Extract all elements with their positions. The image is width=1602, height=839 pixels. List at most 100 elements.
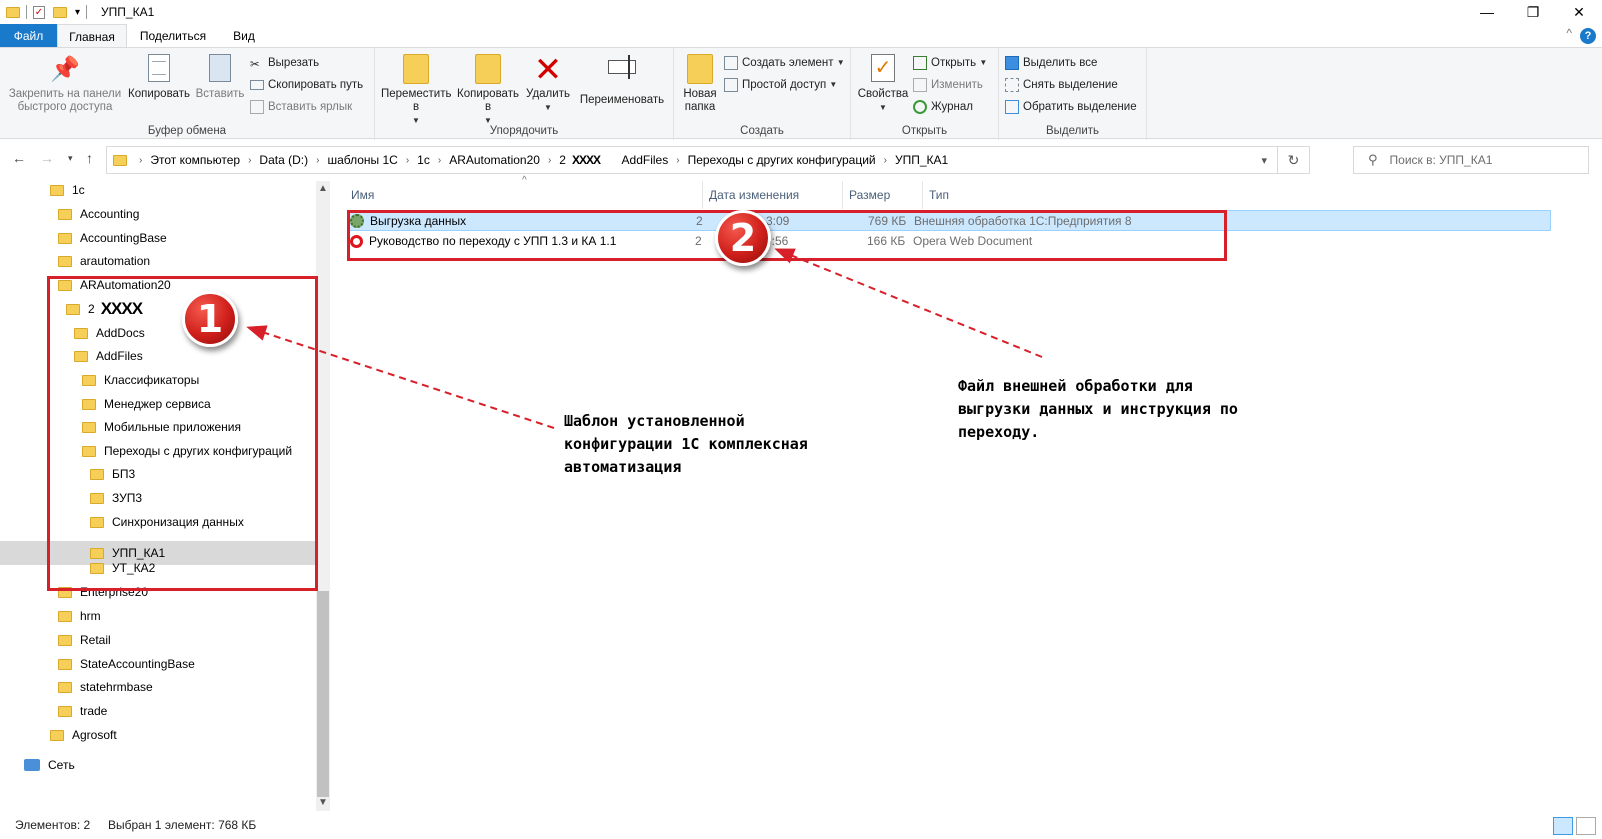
up-icon[interactable]: ↑: [86, 150, 93, 166]
tree-item[interactable]: hrm: [58, 604, 101, 628]
edit-icon: [913, 78, 927, 92]
annotation-text-2: Файл внешней обработки для выгрузки данн…: [958, 377, 1238, 441]
customize-toolbar-icon[interactable]: ▾: [75, 7, 80, 18]
network-icon: [24, 759, 40, 771]
paste-shortcut-icon: [250, 100, 264, 114]
tab-file[interactable]: Файл: [0, 24, 57, 48]
move-to-button[interactable]: Переместить в ▼: [381, 52, 451, 127]
status-bar: Элементов: 2 Выбран 1 элемент: 768 КБ: [0, 811, 1602, 839]
column-header-size[interactable]: Размер: [843, 181, 923, 209]
scroll-down-icon[interactable]: ▼: [318, 797, 328, 808]
pin-quick-access-button[interactable]: 📌 Закрепить на панели быстрого доступа: [6, 52, 124, 114]
select-all-button[interactable]: Выделить все: [1005, 54, 1097, 72]
folder-icon: [50, 184, 64, 196]
annotation-badge-2: 2: [715, 210, 771, 266]
collapse-ribbon-icon[interactable]: ^: [1566, 26, 1572, 40]
column-header-name[interactable]: Имя: [345, 181, 703, 209]
help-icon[interactable]: ?: [1580, 28, 1596, 44]
tree-item[interactable]: statehrmbase: [58, 675, 153, 699]
file-list[interactable]: ^ Имя Дата изменения Размер Тип Выгрузка…: [331, 175, 1602, 811]
back-icon[interactable]: ←: [12, 150, 26, 166]
new-folder-button[interactable]: Новая папка: [680, 52, 720, 114]
tree-item[interactable]: Retail: [58, 628, 111, 652]
tree-item[interactable]: AccountingBase: [58, 226, 167, 250]
invert-selection-button[interactable]: Обратить выделение: [1005, 98, 1137, 116]
breadcrumb-data-drive[interactable]: Data (D:): [255, 153, 312, 167]
address-bar[interactable]: › Этот компьютер › Data (D:) › шаблоны 1…: [106, 146, 1310, 174]
open-group: ✓ Свойства ▼ Открыть ▼ Изменить Журнал От…: [851, 48, 999, 140]
paste-shortcut-button[interactable]: Вставить ярлык: [250, 98, 352, 116]
breadcrumb-version[interactable]: 2: [555, 153, 568, 167]
new-folder-big-icon: [684, 54, 716, 86]
tab-share[interactable]: Поделиться: [130, 24, 216, 48]
new-folder-icon[interactable]: [53, 6, 67, 18]
breadcrumb-1c[interactable]: 1c: [413, 153, 434, 167]
tree-item[interactable]: trade: [58, 699, 107, 723]
breadcrumb-migrations[interactable]: Переходы с других конфигураций: [684, 153, 880, 167]
breadcrumb-addfiles[interactable]: AddFiles: [618, 153, 673, 167]
close-button[interactable]: ✕: [1556, 0, 1602, 24]
properties-check-icon[interactable]: ✓: [33, 5, 45, 19]
tree-item[interactable]: Agrosoft: [50, 723, 117, 747]
tree-item[interactable]: arautomation: [58, 249, 150, 273]
folder-icon: [6, 6, 20, 18]
copy-icon: [143, 54, 175, 86]
delete-button[interactable]: ✕ Удалить ▼: [525, 52, 571, 114]
create-group-label: Создать: [740, 125, 784, 137]
clipboard-group-label: Буфер обмена: [147, 125, 227, 137]
breadcrumb-redacted[interactable]: XXXX: [568, 153, 604, 167]
search-placeholder: Поиск в: УПП_КА1: [1389, 153, 1493, 167]
tab-home[interactable]: Главная: [57, 24, 127, 48]
paste-icon: [204, 54, 236, 86]
column-header-date[interactable]: Дата изменения: [703, 181, 843, 209]
properties-button[interactable]: ✓ Свойства ▼: [857, 52, 909, 114]
easy-access-button[interactable]: Простой доступ ▼: [724, 76, 837, 94]
select-all-icon: [1005, 56, 1019, 70]
copy-button[interactable]: Копировать: [126, 52, 192, 101]
select-none-button[interactable]: Снять выделение: [1005, 76, 1118, 94]
tree-item-network[interactable]: Сеть: [24, 753, 75, 777]
tree-item[interactable]: Accounting: [58, 202, 139, 226]
details-view-button[interactable]: [1553, 817, 1573, 835]
forward-icon[interactable]: →: [40, 150, 54, 166]
large-icons-view-button[interactable]: [1576, 817, 1596, 835]
rename-button[interactable]: Переименовать: [577, 52, 667, 107]
paste-button[interactable]: Вставить: [194, 52, 246, 101]
breadcrumb-current[interactable]: УПП_КА1: [891, 153, 952, 167]
move-to-icon: [400, 54, 432, 86]
tree-scrollbar-thumb[interactable]: [317, 591, 329, 797]
divider: [26, 5, 27, 19]
selection-info: Выбран 1 элемент: 768 КБ: [108, 818, 257, 832]
tree-item[interactable]: StateAccountingBase: [58, 652, 195, 676]
column-header-type[interactable]: Тип: [923, 181, 1222, 209]
ribbon: 📌 Закрепить на панели быстрого доступа К…: [0, 47, 1602, 140]
open-button[interactable]: Открыть ▼: [913, 54, 987, 72]
folder-icon: [50, 729, 64, 741]
new-item-button[interactable]: Создать элемент ▼: [724, 54, 845, 72]
minimize-button[interactable]: —: [1464, 0, 1510, 24]
clipboard-group: 📌 Закрепить на панели быстрого доступа К…: [0, 48, 375, 140]
copy-path-button[interactable]: Скопировать путь: [250, 76, 363, 94]
properties-icon: ✓: [867, 54, 899, 86]
tab-view[interactable]: Вид: [216, 24, 272, 48]
recent-dropdown-icon[interactable]: ▾: [68, 153, 73, 164]
address-dropdown-icon[interactable]: ▾: [1261, 154, 1267, 167]
history-button[interactable]: Журнал: [913, 98, 973, 116]
breadcrumb-this-pc[interactable]: Этот компьютер: [146, 153, 244, 167]
scroll-up-icon[interactable]: ▲: [318, 183, 328, 194]
select-group-label: Выделить: [1045, 125, 1100, 137]
breadcrumb-arautomation20[interactable]: ARAutomation20: [445, 153, 544, 167]
breadcrumb-templates[interactable]: шаблоны 1С: [323, 153, 401, 167]
tree-item[interactable]: 1c: [50, 178, 85, 202]
scissors-icon: ✂: [250, 59, 260, 71]
search-input[interactable]: ⚲ Поиск в: УПП_КА1: [1353, 146, 1589, 174]
folder-icon: [58, 634, 72, 646]
cut-button[interactable]: ✂ Вырезать: [250, 54, 319, 72]
open-icon: [913, 56, 927, 70]
folder-icon: [58, 705, 72, 717]
maximize-button[interactable]: ❐: [1510, 0, 1556, 24]
refresh-icon[interactable]: ↻: [1277, 147, 1309, 173]
title-bar: ✓ ▾ УПП_КА1 — ❐ ✕: [0, 0, 1602, 24]
copy-to-button[interactable]: Копировать в ▼: [455, 52, 521, 127]
edit-button[interactable]: Изменить: [913, 76, 983, 94]
